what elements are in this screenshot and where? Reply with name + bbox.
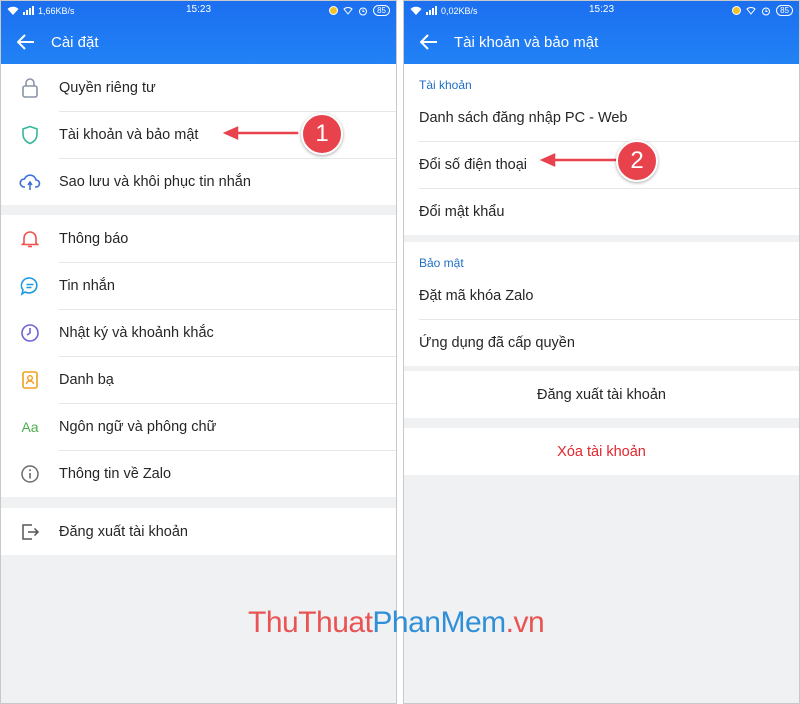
settings-item-contacts[interactable]: Danh bạ: [1, 356, 396, 403]
pointer-arrow-icon: [536, 150, 623, 170]
settings-group-logout: Đăng xuất tài khoản: [1, 508, 396, 555]
settings-item-about[interactable]: Thông tin về Zalo: [1, 450, 396, 497]
menu-item-app-lock[interactable]: Đặt mã khóa Zalo: [404, 272, 799, 319]
status-bar: 1,66KB/s 15:23 85: [1, 1, 396, 20]
logout-icon: [22, 523, 40, 540]
watermark: ThuThuatPhanMem.vn: [248, 606, 545, 640]
settings-item-label: Tin nhắn: [59, 277, 115, 294]
font-icon: Aa: [21, 418, 39, 435]
settings-screen: 1,66KB/s 15:23 85 Cài đặt Quyền riêng tư…: [0, 0, 397, 704]
menu-item-label: Đặt mã khóa Zalo: [419, 287, 534, 304]
back-button[interactable]: [404, 34, 454, 50]
status-time: 15:23: [185, 4, 212, 15]
settings-item-backup[interactable]: Sao lưu và khôi phục tin nhắn: [1, 158, 396, 205]
settings-item-label: Danh bạ: [59, 371, 114, 388]
page-title: Cài đặt: [51, 33, 99, 51]
settings-item-messages[interactable]: Tin nhắn: [1, 262, 396, 309]
settings-item-label: Thông báo: [59, 230, 129, 247]
settings-group-general: Thông báo Tin nhắn Nhật ký và khoảnh khắ…: [1, 215, 396, 497]
settings-item-label: Ngôn ngữ và phông chữ: [59, 418, 217, 435]
pointer-arrow-icon: [219, 123, 300, 143]
cloud-sync-icon: [19, 173, 41, 190]
settings-item-language[interactable]: Aa Ngôn ngữ và phông chữ: [1, 403, 396, 450]
menu-item-change-password[interactable]: Đổi mật khẩu: [404, 188, 799, 235]
logout-section: Đăng xuất tài khoản: [404, 371, 799, 418]
info-icon: [21, 464, 39, 483]
account-security-screen: 0,02KB/s 15:23 85 Tài khoản và bảo mật T…: [403, 0, 800, 704]
status-bar: 0,02KB/s 15:23 85: [404, 1, 799, 20]
menu-item-authorized-apps[interactable]: Ứng dụng đã cấp quyền: [404, 319, 799, 366]
app-header: 1,66KB/s 15:23 85 Cài đặt: [1, 1, 396, 64]
delete-section: Xóa tài khoản: [404, 428, 799, 475]
watermark-part: PhanMem: [372, 606, 506, 639]
settings-item-label: Tài khoản và bảo mật: [59, 126, 199, 143]
chat-bubble-icon: [20, 276, 38, 296]
watermark-part: ThuThuat: [248, 606, 373, 639]
menu-item-login-list[interactable]: Danh sách đăng nhập PC - Web: [404, 94, 799, 141]
status-time: 15:23: [588, 4, 615, 15]
callout-badge-1: 1: [301, 113, 343, 155]
menu-item-label: Ứng dụng đã cấp quyền: [419, 334, 575, 351]
lock-icon: [22, 77, 38, 98]
app-header: 0,02KB/s 15:23 85 Tài khoản và bảo mật: [404, 1, 799, 64]
settings-item-logout[interactable]: Đăng xuất tài khoản: [1, 508, 396, 555]
callout-badge-2: 2: [616, 140, 658, 182]
section-header-security: Bảo mật: [419, 256, 464, 270]
contacts-icon: [22, 370, 38, 389]
menu-item-label: Danh sách đăng nhập PC - Web: [419, 109, 628, 126]
settings-item-privacy[interactable]: Quyền riêng tư: [1, 64, 396, 111]
menu-item-label: Đổi mật khẩu: [419, 203, 505, 220]
settings-item-label: Thông tin về Zalo: [59, 465, 172, 482]
page-title: Tài khoản và bảo mật: [454, 33, 599, 51]
settings-item-label: Đăng xuất tài khoản: [59, 523, 188, 540]
watermark-part: .vn: [505, 606, 545, 639]
bell-icon: [21, 230, 39, 247]
shield-icon: [22, 125, 38, 144]
section-header-account: Tài khoản: [419, 78, 472, 92]
settings-item-timeline[interactable]: Nhật ký và khoảnh khắc: [1, 309, 396, 356]
security-section: Bảo mật Đặt mã khóa Zalo Ứng dụng đã cấp…: [404, 242, 799, 366]
back-button[interactable]: [1, 34, 51, 50]
delete-account-button[interactable]: Xóa tài khoản: [404, 428, 799, 475]
settings-item-label: Nhật ký và khoảnh khắc: [59, 324, 214, 341]
back-arrow-icon: [420, 34, 437, 50]
settings-item-notifications[interactable]: Thông báo: [1, 215, 396, 262]
settings-item-label: Quyền riêng tư: [59, 79, 156, 96]
settings-item-label: Sao lưu và khôi phục tin nhắn: [59, 173, 251, 190]
back-arrow-icon: [17, 34, 34, 50]
clock-icon: [21, 323, 39, 342]
logout-button[interactable]: Đăng xuất tài khoản: [404, 371, 799, 418]
menu-item-label: Đổi số điện thoại: [419, 156, 528, 173]
